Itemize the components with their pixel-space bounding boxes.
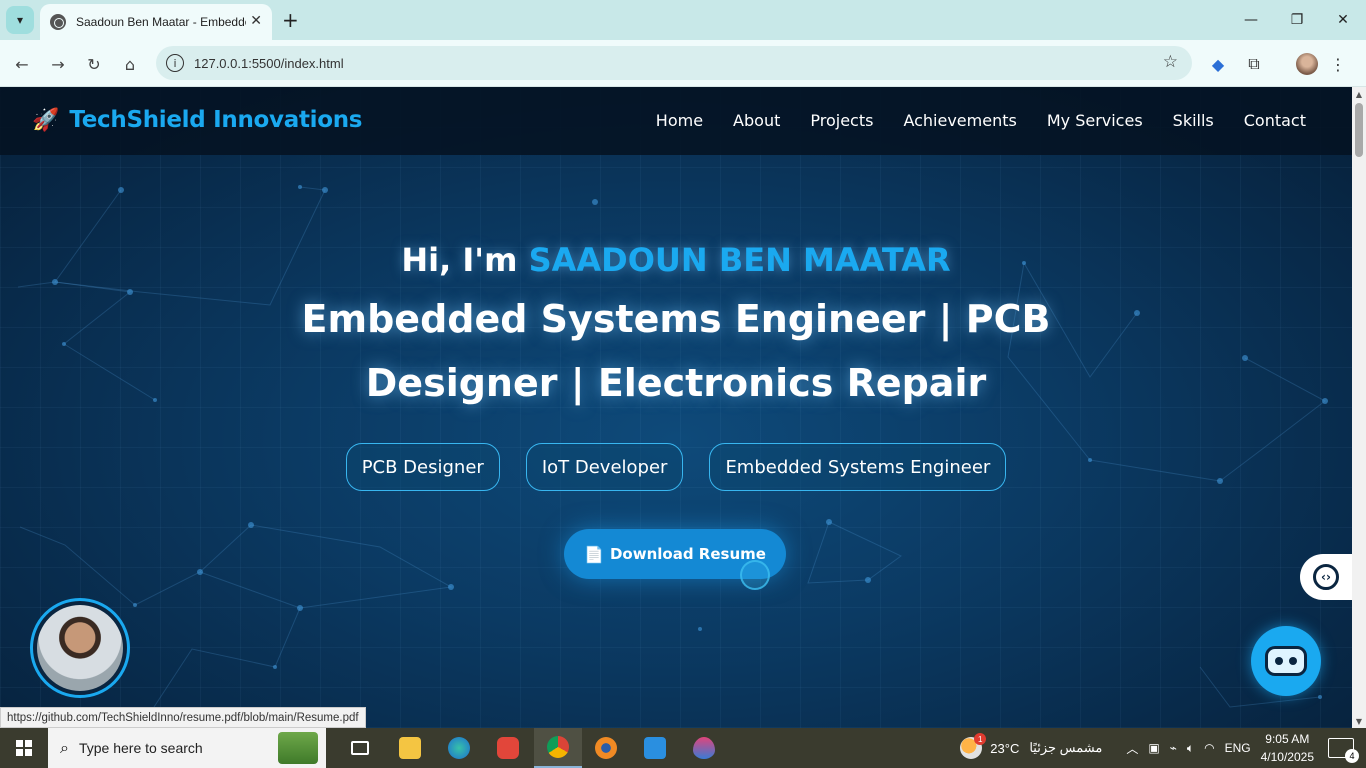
- nav-home[interactable]: Home: [656, 111, 703, 130]
- clock-time: 9:05 AM: [1265, 732, 1310, 746]
- window-controls: — ❐ ✕: [1228, 0, 1366, 40]
- windows-icon: [16, 740, 32, 756]
- site-nav: Home About Projects Achievements My Serv…: [656, 111, 1306, 130]
- status-bar-link: https://github.com/TechShieldInno/resume…: [0, 707, 366, 728]
- taskbar-vscode[interactable]: [631, 728, 679, 768]
- taskbar-chrome[interactable]: [534, 728, 582, 768]
- vscode-icon: [644, 737, 666, 759]
- language-indicator[interactable]: ENG: [1225, 741, 1251, 755]
- nav-achievements[interactable]: Achievements: [903, 111, 1016, 130]
- avatar: [37, 605, 123, 691]
- weather-desc[interactable]: مشمس جزئيًا: [1029, 740, 1102, 756]
- clock-date: 4/10/2025: [1260, 750, 1314, 764]
- blender-icon: [595, 737, 617, 759]
- role-tag: PCB Designer: [345, 443, 500, 491]
- show-hidden-icons-icon[interactable]: ︿: [1126, 740, 1138, 757]
- code-search-button[interactable]: ‹›: [1300, 554, 1352, 600]
- forward-button[interactable]: →: [46, 52, 70, 76]
- url-text: 127.0.0.1:5500/index.html: [194, 55, 344, 71]
- nav-contact[interactable]: Contact: [1244, 111, 1306, 130]
- taskbar-wps[interactable]: [484, 728, 532, 768]
- close-tab-icon[interactable]: ✕: [250, 13, 262, 29]
- page-scrollbar[interactable]: ▲ ▼: [1352, 87, 1366, 728]
- profile-photo[interactable]: [30, 598, 130, 698]
- weather-icon[interactable]: 1: [960, 733, 987, 759]
- home-button[interactable]: ⌂: [118, 52, 142, 76]
- wifi-icon[interactable]: ◠: [1204, 741, 1214, 755]
- taskbar-file-explorer[interactable]: [386, 728, 434, 768]
- bookmark-star-icon[interactable]: ☆: [1163, 52, 1178, 72]
- notification-count: 4: [1345, 749, 1359, 763]
- camera-icon[interactable]: ▣: [1148, 741, 1159, 755]
- brand-logo[interactable]: 🚀 TechShield Innovations: [32, 107, 363, 133]
- hero-headline: Embedded Systems Engineer | PCB Designer…: [301, 297, 1051, 405]
- code-magnifier-icon: ‹›: [1313, 564, 1339, 590]
- role-tag: IoT Developer: [525, 443, 684, 491]
- chrome-icon: [547, 736, 569, 758]
- profile-avatar[interactable]: [1295, 52, 1319, 76]
- site-header: 🚀 TechShield Innovations Home About Proj…: [0, 87, 1352, 155]
- wps-icon: [497, 737, 519, 759]
- taskbar: ⌕ Type here to search 1 23°C مشمس جزئيًا…: [0, 728, 1366, 768]
- restore-button[interactable]: ❐: [1274, 0, 1320, 40]
- nav-skills[interactable]: Skills: [1173, 111, 1214, 130]
- edge-icon: [448, 737, 470, 759]
- browser-tab-bar: ▾ Saadoun Ben Maatar - Embedded ✕ + — ❐ …: [0, 0, 1366, 40]
- browser-menu-icon[interactable]: ⋮: [1326, 52, 1350, 76]
- tab-title: Saadoun Ben Maatar - Embedded: [76, 15, 246, 29]
- system-tray: 1 23°C مشمس جزئيًا ︿ ▣ ⌁ 🔈︎ ◠ ENG 9:05 A…: [960, 728, 1366, 768]
- close-window-button[interactable]: ✕: [1320, 0, 1366, 40]
- drop-icon: [693, 737, 715, 759]
- taskbar-paint-app[interactable]: [680, 728, 728, 768]
- brand-name: TechShield Innovations: [69, 107, 363, 133]
- search-highlight-image: [278, 732, 318, 764]
- volume-icon[interactable]: 🔈︎: [1187, 741, 1194, 756]
- role-tag: Embedded Systems Engineer: [709, 443, 1007, 491]
- reload-button[interactable]: ↻: [82, 52, 106, 76]
- globe-icon: [50, 14, 66, 30]
- minimize-button[interactable]: —: [1228, 0, 1274, 40]
- scroll-up-icon[interactable]: ▲: [1352, 87, 1366, 101]
- role-tags: PCB Designer IoT Developer Embedded Syst…: [0, 443, 1352, 491]
- tab-search-button[interactable]: ▾: [6, 6, 34, 34]
- address-bar[interactable]: i 127.0.0.1:5500/index.html ☆: [156, 46, 1192, 80]
- search-icon: ⌕: [60, 738, 69, 757]
- site-info-icon[interactable]: i: [166, 54, 184, 72]
- hero-greeting: Hi, I'm SAADOUN BEN MAATAR: [0, 241, 1352, 279]
- web-page: 🚀 TechShield Innovations Home About Proj…: [0, 87, 1352, 728]
- rocket-icon: 🚀: [32, 107, 60, 133]
- taskbar-blender[interactable]: [582, 728, 630, 768]
- extensions-puzzle-icon[interactable]: ⧉: [1242, 52, 1266, 76]
- clock[interactable]: 9:05 AM 4/10/2025: [1261, 730, 1314, 766]
- download-resume-label: Download Resume: [609, 545, 766, 563]
- taskbar-edge[interactable]: [435, 728, 483, 768]
- network-icon[interactable]: ⌁: [1170, 741, 1177, 755]
- browser-tab[interactable]: Saadoun Ben Maatar - Embedded ✕: [40, 4, 272, 40]
- back-button[interactable]: ←: [10, 52, 34, 76]
- greeting-prefix: Hi, I'm: [401, 241, 529, 279]
- nav-my-services[interactable]: My Services: [1047, 111, 1143, 130]
- chatbot-button[interactable]: [1251, 626, 1321, 696]
- start-button[interactable]: [0, 728, 48, 768]
- extension-icon[interactable]: ◆: [1206, 52, 1230, 76]
- search-placeholder: Type here to search: [78, 740, 203, 756]
- taskbar-search[interactable]: ⌕ Type here to search: [48, 728, 326, 768]
- weather-badge: 1: [974, 733, 987, 745]
- cursor-highlight: [740, 560, 770, 590]
- document-icon: 📄: [584, 544, 604, 564]
- hero-name: SAADOUN BEN MAATAR: [528, 241, 951, 279]
- task-view-button[interactable]: [336, 728, 384, 768]
- robot-icon: [1265, 646, 1307, 676]
- browser-toolbar: ← → ↻ ⌂ i 127.0.0.1:5500/index.html ☆ ◆ …: [0, 40, 1366, 87]
- folder-icon: [399, 737, 421, 759]
- task-view-icon: [351, 741, 369, 755]
- new-tab-button[interactable]: +: [282, 8, 299, 32]
- notification-icon[interactable]: 4: [1328, 738, 1359, 763]
- nav-about[interactable]: About: [733, 111, 780, 130]
- scrollbar-thumb[interactable]: [1355, 103, 1363, 157]
- weather-temp[interactable]: 23°C: [990, 741, 1019, 756]
- nav-projects[interactable]: Projects: [810, 111, 873, 130]
- scroll-down-icon[interactable]: ▼: [1352, 714, 1366, 728]
